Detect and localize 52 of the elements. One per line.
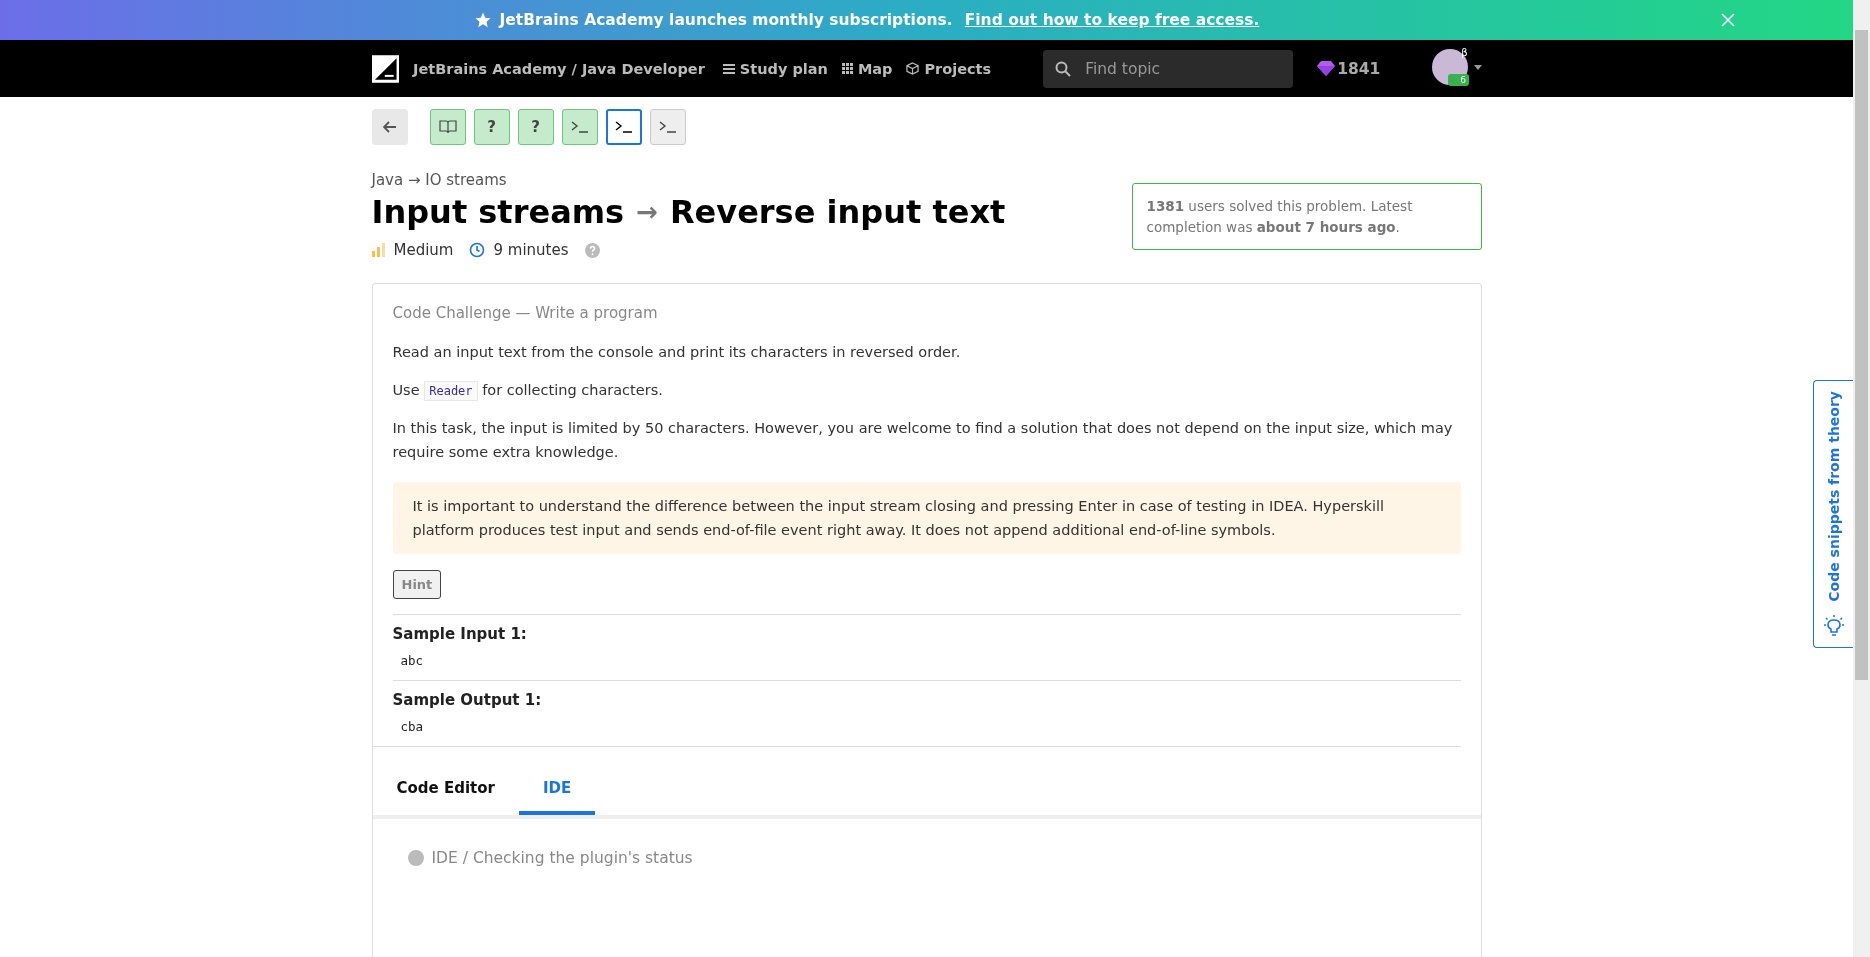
clock-icon bbox=[469, 242, 486, 258]
editor-tab[interactable]: IDE bbox=[518, 767, 596, 815]
sample-value: abc bbox=[400, 653, 425, 668]
step-button[interactable]: ? bbox=[517, 109, 554, 145]
nav-link[interactable]: Map bbox=[841, 60, 893, 77]
problem-title: Reverse input text bbox=[669, 193, 1006, 231]
nav-link[interactable]: Projects bbox=[906, 60, 992, 77]
difficulty-bars-icon bbox=[371, 243, 386, 257]
cube-icon bbox=[906, 62, 920, 75]
banner-text: JetBrains Academy launches monthly subscriptions. bbox=[499, 11, 953, 29]
topic-title: Input streams bbox=[371, 193, 625, 231]
step-button[interactable] bbox=[561, 109, 598, 145]
caret-icon bbox=[1474, 64, 1483, 70]
paragraph: In this task, the input is limited by 50 characters. However, you are welcome to find a solution that does not depend on the input size, which may require some extra knowledge. bbox=[392, 419, 1454, 462]
sample-title: Sample Output 1: bbox=[392, 691, 543, 709]
search-field[interactable]: Find topic bbox=[1043, 49, 1294, 88]
brand-link[interactable]: JetBrains Academy / Java Developer bbox=[413, 60, 705, 77]
time-estimate: 9 minutes bbox=[493, 241, 569, 259]
beta-label: β bbox=[1461, 46, 1468, 58]
terminal-icon bbox=[658, 121, 677, 133]
lightbulb-icon bbox=[1823, 615, 1844, 637]
step-button[interactable]: ? bbox=[473, 109, 510, 145]
back-button[interactable] bbox=[371, 109, 408, 145]
title-arrow: → bbox=[636, 197, 658, 227]
step-button[interactable] bbox=[649, 109, 686, 145]
paragraph: Read an input text from the console and print its characters in reversed order. bbox=[392, 343, 962, 362]
book-icon bbox=[438, 120, 457, 134]
grid-icon bbox=[841, 63, 853, 74]
terminal-icon bbox=[570, 121, 589, 133]
nav-link[interactable]: Study plan bbox=[722, 60, 828, 77]
list-icon bbox=[722, 62, 735, 75]
scrollbar[interactable] bbox=[1853, 0, 1870, 957]
note-box: It is important to understand the difference between the input stream closing and pressing Enter in case of testing in IDEA. Hyperskill platform produces test input and sends end-of-file event right away. It does not append additional end-of-line symbols. bbox=[392, 482, 1461, 554]
sample-value: cba bbox=[400, 719, 425, 734]
gem-count: 1841 bbox=[1337, 59, 1381, 78]
star-icon bbox=[473, 11, 492, 29]
step-button[interactable] bbox=[605, 109, 642, 145]
editor-tab[interactable]: Code Editor bbox=[372, 767, 519, 815]
difficulty-label: Medium bbox=[393, 241, 454, 259]
arrow-left-icon bbox=[382, 121, 397, 133]
logo-icon[interactable] bbox=[371, 54, 400, 83]
terminal-icon bbox=[614, 121, 633, 133]
challenge-type: Code Challenge — Write a program bbox=[392, 304, 659, 322]
profile-menu[interactable]: β 6 bbox=[1432, 48, 1482, 89]
code-snippets-tab[interactable]: Code snippets from theory bbox=[1813, 380, 1853, 648]
breadcrumb: Java → IO streams bbox=[371, 171, 508, 189]
gem-icon bbox=[1317, 61, 1336, 76]
sample-title: Sample Input 1: bbox=[392, 625, 528, 643]
status-dot bbox=[407, 850, 424, 866]
paragraph: Use Reader for collecting characters. bbox=[392, 378, 1461, 402]
solved-stats: 1381 users solved this problem. Latest completion was about 7 hours ago. bbox=[1131, 183, 1482, 250]
ide-status: IDE / Checking the plugin's status bbox=[431, 849, 693, 867]
